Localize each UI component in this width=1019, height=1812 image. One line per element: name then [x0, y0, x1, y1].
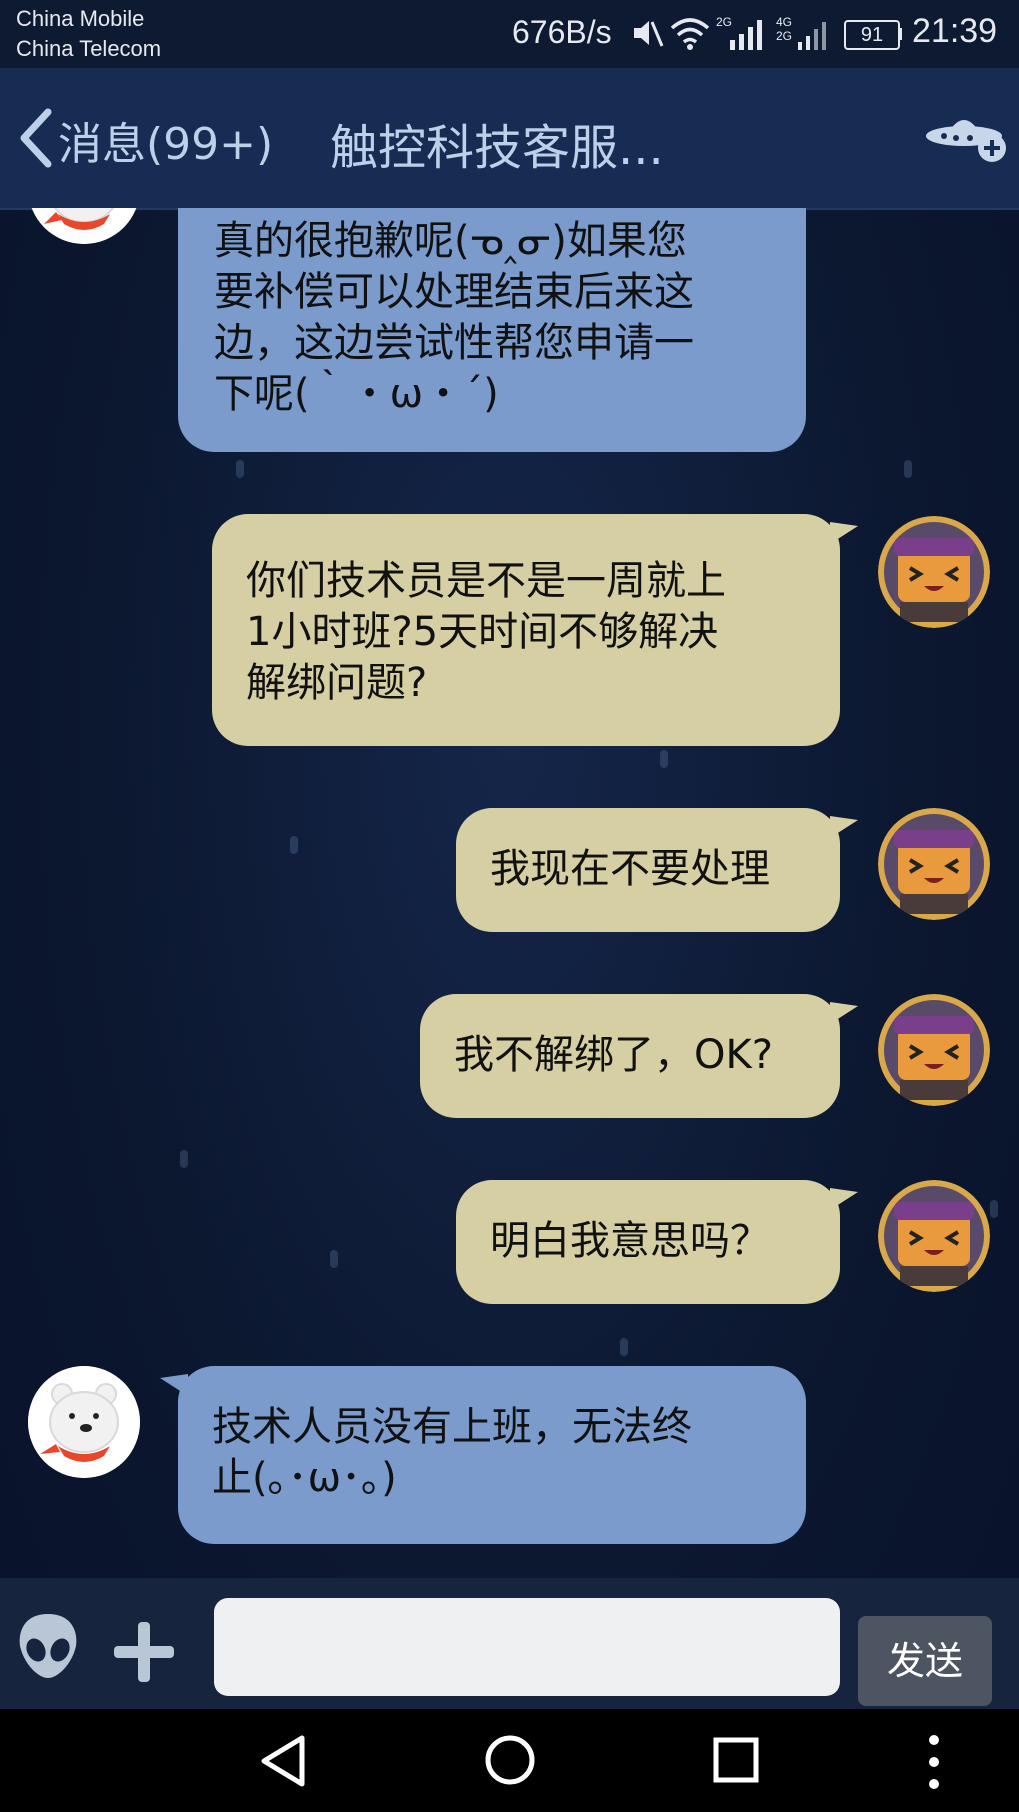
message-line: 下呢(｀・ω・´)	[214, 371, 499, 417]
bubble-tail	[830, 1002, 858, 1024]
message-input[interactable]	[214, 1598, 840, 1696]
plus-icon[interactable]	[112, 1620, 176, 1684]
user-avatar[interactable]	[878, 516, 990, 628]
bubble-tail	[830, 522, 858, 544]
carrier-primary: China Mobile	[16, 6, 145, 31]
incoming-message-bubble[interactable]: 技术人员没有上班，无法终 止(｡･ω･｡)	[178, 1366, 806, 1544]
bubble-tail	[830, 1188, 858, 1210]
ufo-plus-icon[interactable]	[924, 110, 1010, 170]
message-line: 明白我意思吗？	[490, 1218, 770, 1264]
message-line: 真的很抱歉呢(ᓀ‸ᓂ)如果您	[214, 218, 687, 264]
message-line: 1小时班?5天时间不够解决	[246, 609, 719, 655]
cartoon-face-icon	[878, 808, 990, 920]
send-button[interactable]: 发送	[858, 1616, 992, 1706]
user-avatar[interactable]	[878, 1180, 990, 1292]
outgoing-message-bubble[interactable]: 我现在不要处理	[456, 808, 840, 932]
bubble-tail	[830, 816, 858, 838]
back-triangle-icon[interactable]	[258, 1734, 308, 1788]
message-line: 我不解绑了，OK?	[454, 1032, 773, 1078]
svg-text:2G: 2G	[716, 15, 732, 29]
chat-title: 触控科技客服...	[330, 120, 664, 176]
alien-emoji-icon[interactable]	[16, 1612, 80, 1680]
svg-text:2G: 2G	[776, 29, 792, 43]
agent-avatar[interactable]	[28, 1366, 140, 1478]
battery-indicator: 91	[844, 20, 900, 50]
outgoing-message-bubble[interactable]: 明白我意思吗？	[456, 1180, 840, 1304]
recent-square-icon[interactable]	[712, 1736, 760, 1784]
message-line: 技术人员没有上班，无法终	[212, 1404, 692, 1450]
message-line: 止(｡･ω･｡)	[212, 1455, 397, 1501]
wifi-icon	[670, 18, 710, 50]
cartoon-face-icon	[878, 994, 990, 1106]
agent-avatar[interactable]	[28, 208, 140, 244]
signal-4g-icon: 4G 2G	[776, 15, 826, 50]
mute-icon	[634, 21, 664, 47]
incoming-message-bubble[interactable]: 真的很抱歉呢(ᓀ‸ᓂ)如果您 要补偿可以处理结束后来这 边，这边尝试性帮您申请一…	[178, 208, 806, 452]
polar-bear-icon	[31, 208, 137, 244]
outgoing-message-bubble[interactable]: 你们技术员是不是一周就上 1小时班?5天时间不够解决 解绑问题?	[212, 514, 840, 746]
message-line: 你们技术员是不是一周就上	[246, 558, 726, 604]
outgoing-message-bubble[interactable]: 我不解绑了，OK?	[420, 994, 840, 1118]
signal-2g-icon: 2G	[716, 15, 762, 50]
status-time: 21:39	[912, 12, 998, 50]
status-bar: China Mobile China Telecom 676B/s 2G 4G …	[0, 0, 1019, 68]
user-avatar[interactable]	[878, 994, 990, 1106]
network-speed: 676B/s	[512, 14, 612, 50]
cartoon-face-icon	[878, 516, 990, 628]
more-vertical-icon[interactable]	[922, 1734, 946, 1790]
back-button[interactable]: 消息(99+)	[58, 108, 273, 172]
message-line: 我现在不要处理	[490, 846, 770, 892]
cartoon-face-icon	[878, 1180, 990, 1292]
home-circle-icon[interactable]	[484, 1734, 536, 1786]
message-list[interactable]: 真的很抱歉呢(ᓀ‸ᓂ)如果您 要补偿可以处理结束后来这 边，这边尝试性帮您申请一…	[0, 208, 1019, 1578]
user-avatar[interactable]	[878, 808, 990, 920]
svg-text:4G: 4G	[776, 15, 792, 29]
polar-bear-icon	[28, 1366, 140, 1478]
battery-tip	[898, 28, 902, 40]
message-line: 要补偿可以处理结束后来这	[214, 269, 694, 315]
message-line: 解绑问题?	[246, 660, 428, 706]
chevron-left-icon[interactable]	[16, 108, 56, 168]
carrier-secondary: China Telecom	[16, 36, 162, 61]
message-line: 边，这边尝试性帮您申请一	[214, 320, 694, 366]
